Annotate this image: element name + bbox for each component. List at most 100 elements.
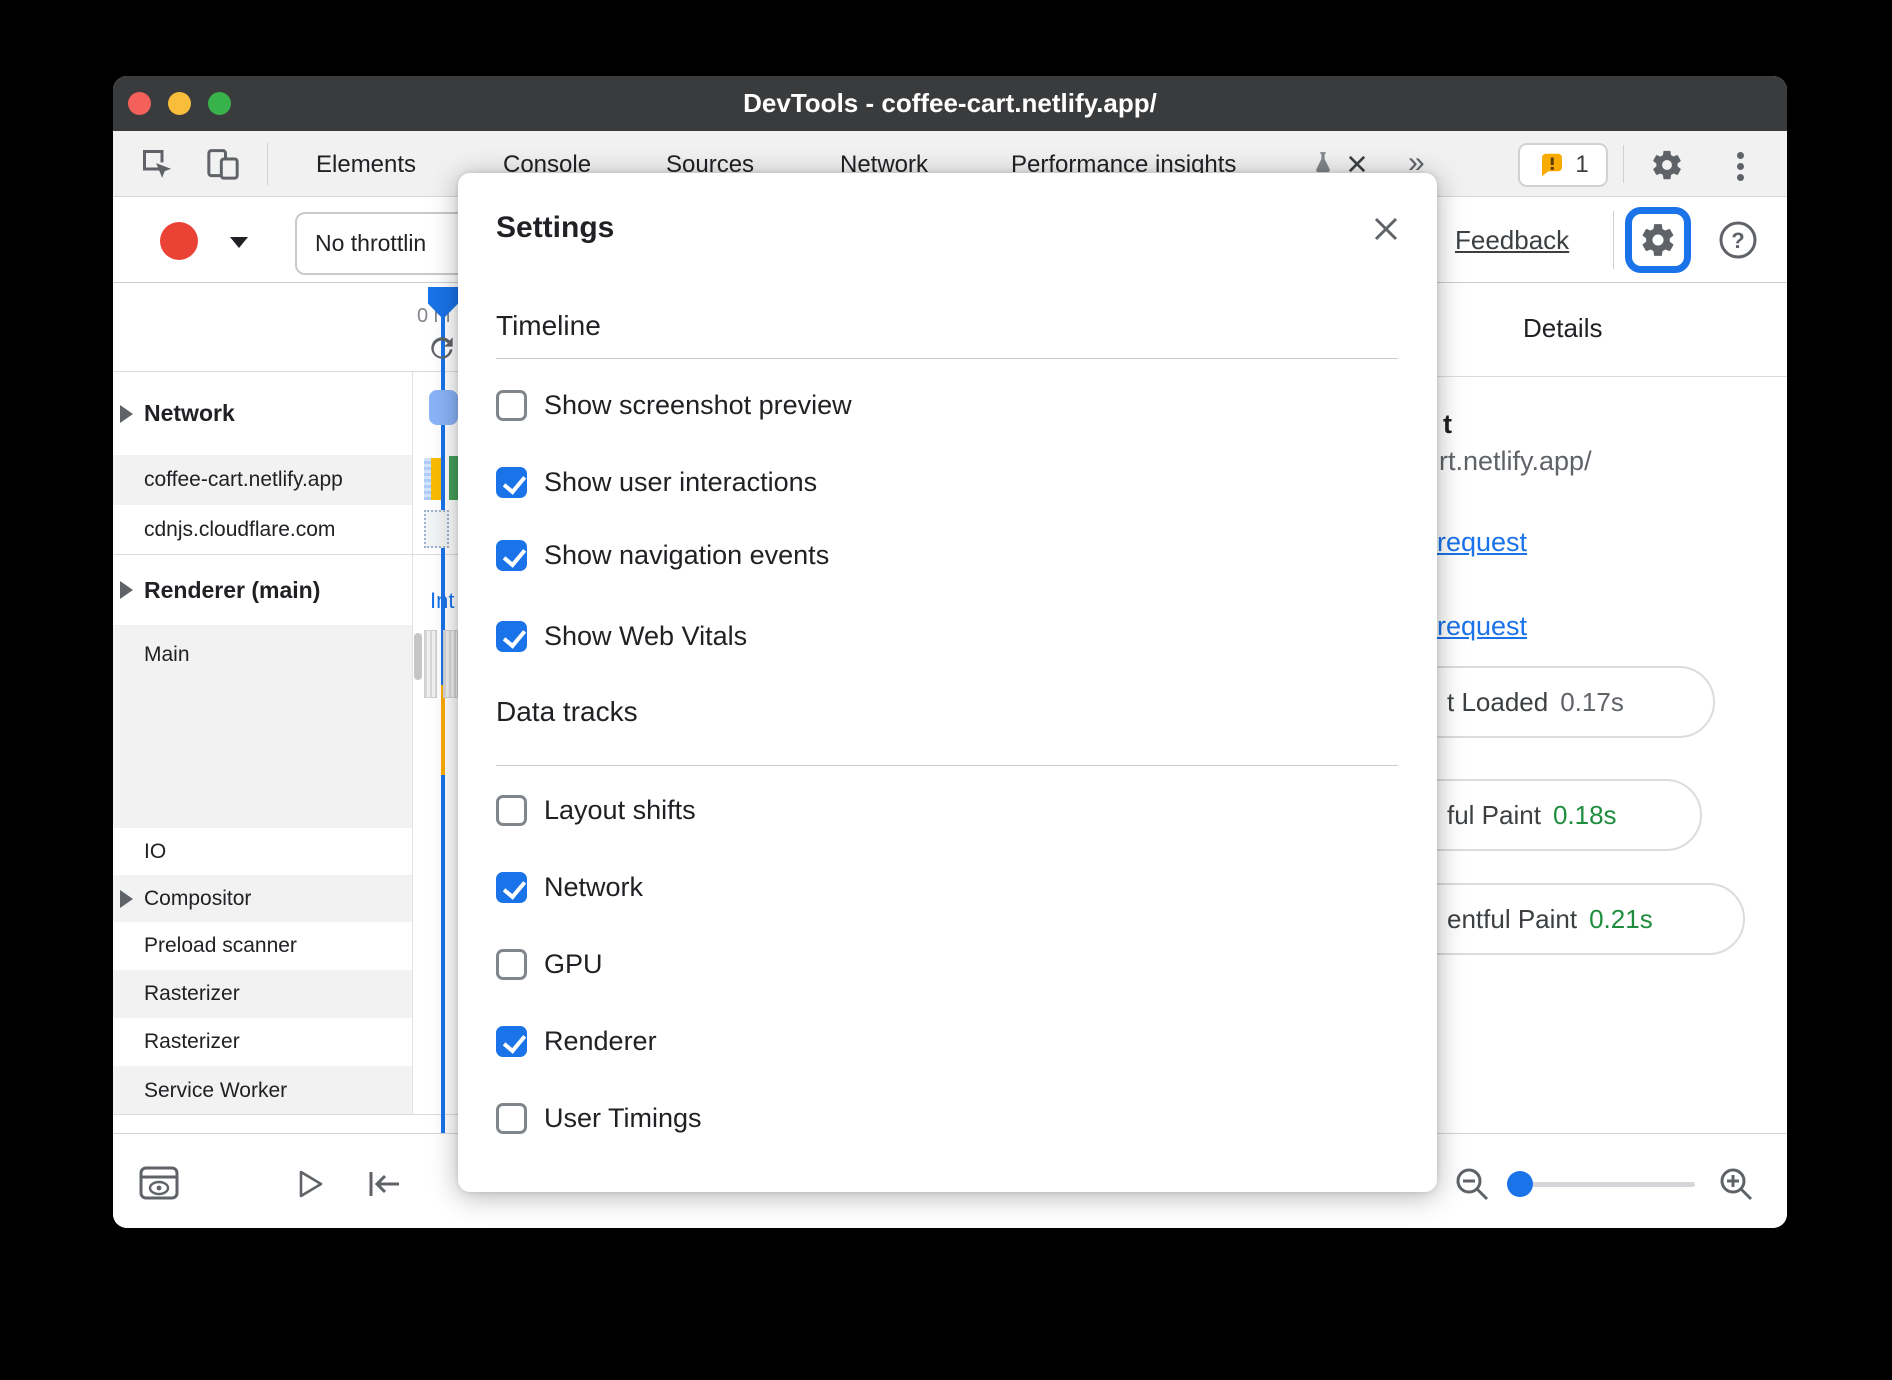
track-label: Rasterizer [144, 982, 240, 1006]
divider [113, 371, 458, 372]
divider [113, 1114, 458, 1115]
track-label: Renderer (main) [144, 577, 320, 604]
settings-gear-icon[interactable] [1650, 148, 1684, 182]
kebab-menu-icon[interactable] [1737, 148, 1744, 185]
metric-value: 0.18s [1553, 800, 1617, 831]
checkbox[interactable] [496, 1103, 527, 1134]
metric-label: ful Paint [1447, 800, 1541, 831]
option-network[interactable]: Network [496, 869, 643, 905]
track-row-cdnjs[interactable]: cdnjs.cloudflare.com [113, 505, 412, 555]
metric-badge-first-contentful-paint: ful Paint 0.18s [1437, 779, 1702, 851]
details-panel-title: Details [1523, 313, 1602, 344]
checkbox[interactable] [496, 540, 527, 571]
devtools-window: DevTools - coffee-cart.netlify.app/ Elem… [113, 76, 1787, 1228]
close-window-button[interactable] [128, 92, 151, 115]
divider [1437, 376, 1787, 377]
section-title-timeline: Timeline [496, 310, 601, 342]
close-dialog-icon[interactable] [1370, 213, 1402, 245]
checkbox[interactable] [496, 390, 527, 421]
divider [496, 765, 1398, 766]
checkbox-label: Show Web Vitals [544, 621, 747, 652]
option-renderer[interactable]: Renderer [496, 1023, 657, 1059]
option-show-screenshot-preview[interactable]: Show screenshot preview [496, 387, 852, 423]
expand-arrow-icon [120, 405, 133, 423]
issues-count: 1 [1575, 151, 1588, 179]
track-label: Service Worker [144, 1079, 287, 1103]
record-dropdown-caret[interactable] [230, 237, 248, 248]
title-bar: DevTools - coffee-cart.netlify.app/ [113, 76, 1787, 131]
live-preview-icon[interactable] [138, 1165, 180, 1203]
checkbox-label: Renderer [544, 1026, 657, 1057]
main-thread-task-bar [424, 630, 437, 698]
track-row-rasterizer-2[interactable]: Rasterizer [113, 1018, 412, 1066]
zoom-out-icon[interactable] [1453, 1165, 1493, 1205]
device-toolbar-icon[interactable] [203, 144, 243, 184]
checkbox[interactable] [496, 949, 527, 980]
metric-value: 0.21s [1589, 904, 1653, 935]
metric-value: 0.17s [1560, 687, 1624, 718]
window-title: DevTools - coffee-cart.netlify.app/ [743, 88, 1157, 119]
checkbox[interactable] [496, 621, 527, 652]
expand-arrow-icon [120, 890, 133, 908]
expand-arrow-icon [120, 581, 133, 599]
track-row-preload-scanner[interactable]: Preload scanner [113, 922, 412, 970]
tab-elements[interactable]: Elements [316, 151, 416, 179]
track-label: Main [144, 643, 190, 667]
throttling-value: No throttlin [315, 230, 426, 257]
zoom-window-button[interactable] [208, 92, 231, 115]
settings-gear-icon [1639, 221, 1677, 259]
reload-icon [426, 332, 458, 364]
track-row-rasterizer-1[interactable]: Rasterizer [113, 970, 412, 1018]
track-row-main[interactable]: Main [113, 625, 412, 828]
minimize-window-button[interactable] [168, 92, 191, 115]
details-heading-fragment: t [1443, 409, 1452, 440]
option-gpu[interactable]: GPU [496, 946, 603, 982]
zoom-in-icon[interactable] [1717, 1165, 1757, 1205]
track-label: coffee-cart.netlify.app [144, 468, 343, 492]
track-label: IO [144, 840, 166, 864]
playhead-orange-segment [441, 685, 445, 775]
divider [113, 554, 458, 555]
feedback-link[interactable]: Feedback [1455, 225, 1569, 256]
track-row-compositor[interactable]: Compositor [113, 875, 412, 922]
track-row-io[interactable]: IO [113, 828, 412, 875]
checkbox[interactable] [496, 795, 527, 826]
details-url-fragment: rt.netlify.app/ [1439, 446, 1592, 477]
skip-to-start-icon[interactable] [365, 1168, 403, 1200]
option-show-user-interactions[interactable]: Show user interactions [496, 464, 817, 500]
checkbox[interactable] [496, 467, 527, 498]
option-show-navigation-events[interactable]: Show navigation events [496, 537, 829, 573]
checkbox-label: Layout shifts [544, 795, 696, 826]
network-request-bar [424, 510, 449, 548]
panel-settings-button-highlighted[interactable] [1625, 207, 1691, 273]
divider [267, 143, 268, 185]
option-show-web-vitals[interactable]: Show Web Vitals [496, 618, 747, 654]
inspect-cursor-icon[interactable] [137, 144, 177, 184]
track-section-network[interactable]: Network [113, 372, 412, 455]
sidebar-scrollbar[interactable] [414, 633, 422, 680]
record-button[interactable] [160, 222, 198, 260]
request-link[interactable]: request [1437, 527, 1527, 558]
zoom-slider-track[interactable] [1507, 1182, 1695, 1187]
help-icon[interactable]: ? [1717, 219, 1759, 261]
track-row-coffee-cart[interactable]: coffee-cart.netlify.app [113, 455, 412, 505]
metric-label: t Loaded [1447, 687, 1548, 718]
checkbox-label: Network [544, 872, 643, 903]
track-label: Compositor [144, 887, 251, 911]
divider [496, 358, 1398, 359]
track-row-service-worker[interactable]: Service Worker [113, 1066, 412, 1115]
request-link[interactable]: request [1437, 611, 1527, 642]
zoom-slider-thumb[interactable] [1507, 1171, 1533, 1197]
divider [1623, 145, 1624, 183]
play-icon[interactable] [293, 1168, 325, 1200]
network-request-bar [431, 458, 441, 500]
throttling-select[interactable]: No throttlin [295, 212, 475, 275]
issues-counter[interactable]: 1 [1518, 143, 1608, 187]
renderer-event-link[interactable]: Int [430, 588, 454, 614]
option-user-timings[interactable]: User Timings [496, 1100, 702, 1136]
option-layout-shifts[interactable]: Layout shifts [496, 792, 696, 828]
track-section-renderer-main[interactable]: Renderer (main) [113, 555, 412, 625]
checkbox[interactable] [496, 872, 527, 903]
checkbox-label: User Timings [544, 1103, 702, 1134]
checkbox[interactable] [496, 1026, 527, 1057]
